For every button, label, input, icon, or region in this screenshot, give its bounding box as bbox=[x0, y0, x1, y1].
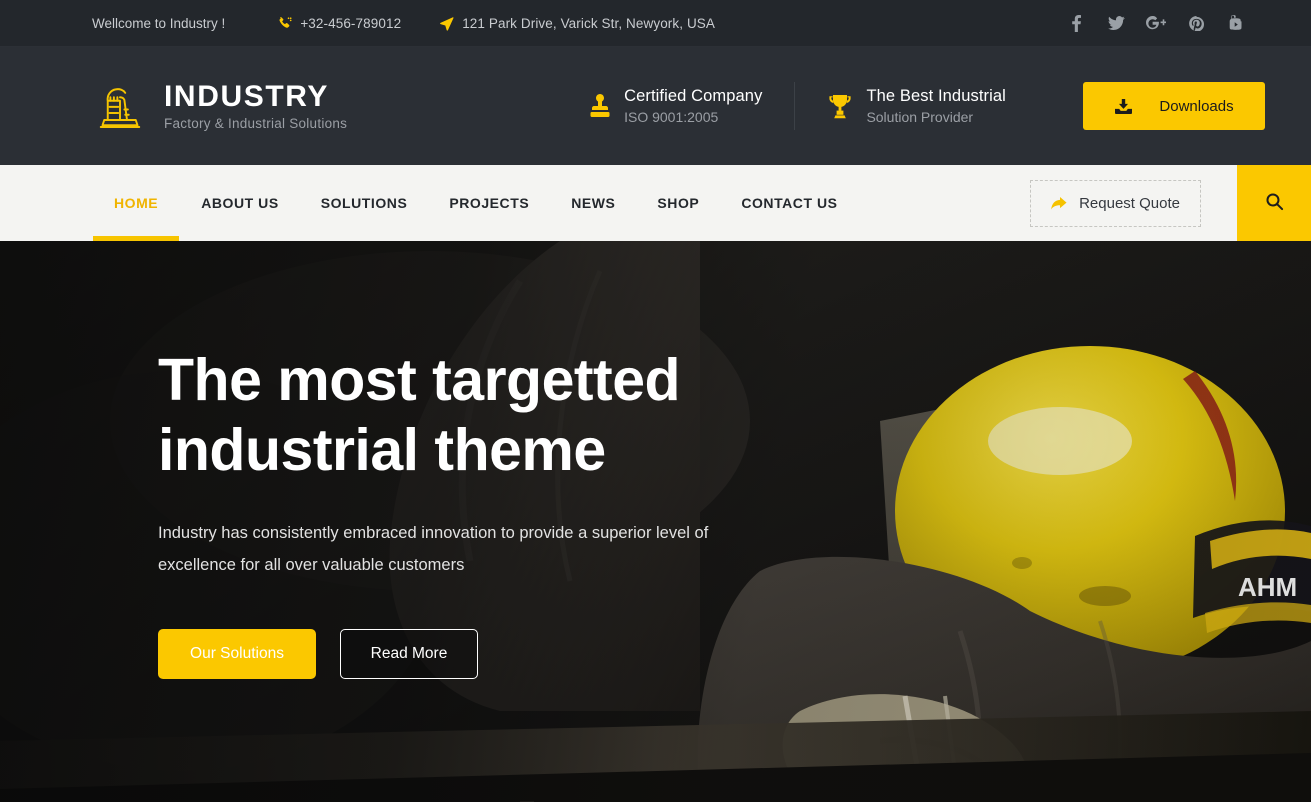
feature-subtitle: Solution Provider bbox=[866, 109, 974, 126]
address-text: 121 Park Drive, Varick Str, Newyork, USA bbox=[462, 15, 716, 31]
site-header: INDUSTRY Factory & Industrial Solutions … bbox=[0, 47, 1311, 165]
feature-certified-company: Certified Company ISO 9001:2005 bbox=[589, 86, 762, 127]
location-arrow-icon bbox=[439, 16, 454, 31]
header-divider bbox=[794, 82, 796, 130]
phone-text: +32-456-789012 bbox=[300, 15, 402, 31]
youtube-icon[interactable] bbox=[1216, 3, 1256, 43]
top-bar: Wellcome to Industry ! +32-456-789012 12… bbox=[0, 0, 1311, 47]
google-plus-icon[interactable] bbox=[1136, 3, 1176, 43]
hero-section: AHM The most targetted industrial bbox=[0, 241, 1311, 802]
nav-item-shop[interactable]: SHOP bbox=[636, 165, 720, 241]
search-icon bbox=[1265, 192, 1284, 214]
nav-item-projects[interactable]: PROJECTS bbox=[428, 165, 550, 241]
nav-item-contact-us[interactable]: CONTACT US bbox=[720, 165, 858, 241]
our-solutions-button[interactable]: Our Solutions bbox=[158, 629, 316, 680]
search-button[interactable] bbox=[1237, 165, 1311, 241]
header-features: Certified Company ISO 9001:2005 The Best… bbox=[589, 82, 1006, 130]
top-bar-left: Wellcome to Industry ! +32-456-789012 12… bbox=[92, 16, 1056, 31]
feature-title: Certified Company bbox=[624, 86, 763, 105]
address-contact[interactable]: 121 Park Drive, Varick Str, Newyork, USA bbox=[439, 16, 715, 31]
facebook-icon[interactable] bbox=[1056, 3, 1096, 43]
page-root: Wellcome to Industry ! +32-456-789012 12… bbox=[0, 0, 1311, 802]
hero-actions: Our Solutions Read More bbox=[158, 629, 918, 680]
trophy-icon bbox=[827, 93, 853, 119]
read-more-button[interactable]: Read More bbox=[340, 629, 478, 680]
feature-title: The Best Industrial bbox=[866, 86, 1006, 105]
phone-icon bbox=[277, 16, 292, 31]
factory-icon bbox=[92, 78, 148, 134]
brand-logo[interactable]: INDUSTRY Factory & Industrial Solutions bbox=[92, 78, 347, 134]
nav-menu: HOME ABOUT US SOLUTIONS PROJECTS NEWS SH… bbox=[92, 165, 859, 241]
downloads-button[interactable]: Downloads bbox=[1083, 82, 1265, 130]
stamp-icon bbox=[589, 93, 611, 119]
nav-item-news[interactable]: NEWS bbox=[550, 165, 636, 241]
nav-item-home[interactable]: HOME bbox=[92, 165, 180, 241]
twitter-icon[interactable] bbox=[1096, 3, 1136, 43]
feature-best-industrial: The Best Industrial Solution Provider bbox=[827, 86, 1006, 127]
share-arrow-icon bbox=[1051, 196, 1067, 210]
brand-title: INDUSTRY bbox=[164, 80, 330, 114]
hero-subtitle: Industry has consistently embraced innov… bbox=[158, 524, 709, 575]
nav-item-about-us[interactable]: ABOUT US bbox=[180, 165, 300, 241]
feature-subtitle: ISO 9001:2005 bbox=[624, 109, 719, 126]
nav-right: Request Quote bbox=[1030, 165, 1311, 241]
hero-content: The most targetted industrial theme Indu… bbox=[158, 241, 918, 802]
brand-text: INDUSTRY Factory & Industrial Solutions bbox=[164, 81, 347, 131]
phone-contact[interactable]: +32-456-789012 bbox=[277, 16, 401, 31]
request-quote-label: Request Quote bbox=[1079, 194, 1180, 212]
pinterest-icon[interactable] bbox=[1176, 3, 1216, 43]
hero-title: The most targetted industrial theme bbox=[158, 346, 681, 483]
brand-subtitle: Factory & Industrial Solutions bbox=[164, 115, 348, 131]
request-quote-button[interactable]: Request Quote bbox=[1030, 179, 1201, 227]
download-tray-icon bbox=[1114, 98, 1133, 115]
social-links bbox=[1056, 3, 1256, 43]
nav-item-solutions[interactable]: SOLUTIONS bbox=[300, 165, 429, 241]
welcome-text: Wellcome to Industry ! bbox=[92, 15, 226, 31]
downloads-label: Downloads bbox=[1159, 97, 1234, 115]
main-nav: HOME ABOUT US SOLUTIONS PROJECTS NEWS SH… bbox=[0, 165, 1311, 241]
